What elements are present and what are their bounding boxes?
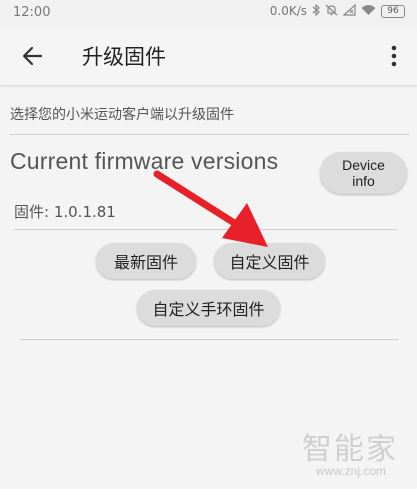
instruction-text: 选择您的小米运动客户端以升级固件 — [10, 107, 234, 123]
watermark-brand: 智能家 — [302, 432, 398, 467]
overflow-menu-button[interactable] — [387, 43, 401, 69]
screen: 12:00 0.0K/s 96 升级固件 选择您的小米运动客户端以升级固件 Cu… — [0, 0, 417, 489]
signal-off-icon — [342, 3, 356, 18]
more-vertical-icon — [391, 45, 397, 67]
firmware-section-title: Current firmware versions — [10, 148, 279, 174]
status-icons: 0.0K/s 96 — [269, 3, 405, 18]
status-time: 12:00 — [13, 5, 51, 20]
divider — [20, 339, 398, 340]
custom-firmware-button[interactable]: 自定义固件 — [214, 243, 325, 279]
watermark: 智能家 www.znj.com — [302, 424, 412, 484]
divider — [14, 229, 397, 230]
network-speed: 0.0K/s — [269, 4, 307, 18]
mute-icon — [325, 4, 338, 18]
back-button[interactable] — [20, 43, 46, 69]
page-title: 升级固件 — [82, 45, 166, 69]
latest-firmware-button[interactable]: 最新固件 — [96, 243, 196, 279]
bluetooth-icon — [312, 3, 320, 18]
firmware-version: 固件: 1.0.1.81 — [14, 203, 116, 221]
watermark-url: www.znj.com — [316, 464, 387, 478]
battery-icon: 96 — [381, 4, 405, 18]
device-info-button[interactable]: Device info — [320, 152, 407, 194]
divider — [10, 134, 410, 135]
arrow-left-icon — [22, 46, 43, 66]
wifi-icon — [361, 4, 376, 18]
app-bar: 升级固件 — [0, 26, 417, 86]
status-bar: 12:00 0.0K/s 96 — [0, 0, 417, 26]
custom-band-firmware-button[interactable]: 自定义手环固件 — [137, 290, 280, 326]
